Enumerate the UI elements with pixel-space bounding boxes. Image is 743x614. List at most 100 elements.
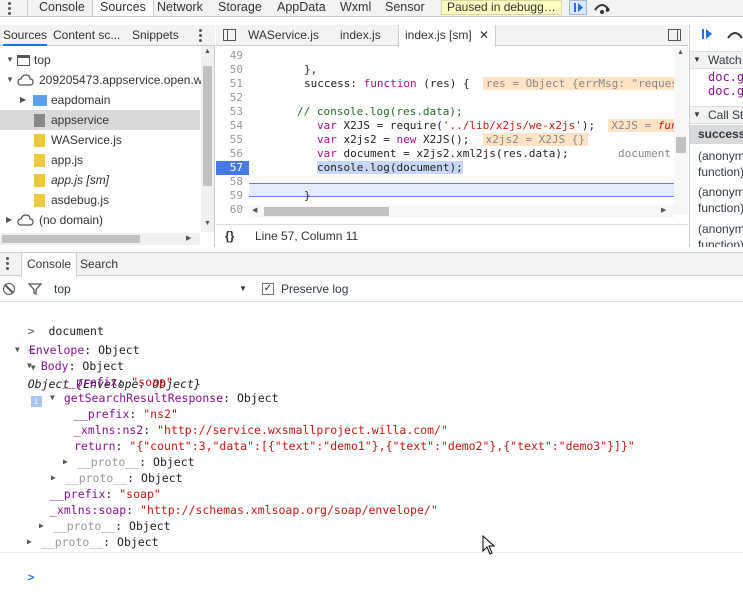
scroll-thumb[interactable] <box>203 66 212 186</box>
drawer-tabbar: Console Search <box>0 252 743 277</box>
tree-node-proto[interactable]: ▶ __proto__: Object <box>27 534 159 550</box>
code-area[interactable]: }, success: function (res) { res = Objec… <box>216 47 674 205</box>
tab-sources[interactable]: Sources <box>92 0 154 16</box>
scroll-thumb[interactable] <box>2 235 140 243</box>
prompt-arrow-icon: > <box>27 570 35 584</box>
editor-tab-waservice-js[interactable]: WAService.js <box>242 25 325 46</box>
scroll-right-icon[interactable]: ▶ <box>186 234 191 242</box>
context-selector[interactable]: top ▼ <box>52 277 250 301</box>
call-stack-section-header[interactable]: ▼ Call Sta <box>690 106 743 124</box>
line-number[interactable]: 60 <box>216 203 249 217</box>
call-frame[interactable]: (anonym <box>698 185 743 199</box>
collapse-arrow-icon: ▼ <box>693 110 701 119</box>
scroll-up-icon[interactable]: ▲ <box>204 48 211 55</box>
editor-horizontal-scrollbar[interactable]: ◀ ▶ <box>249 205 674 218</box>
step-over-icon[interactable] <box>725 28 743 45</box>
tree-item-top[interactable]: ▼ top <box>0 50 200 70</box>
scroll-up-icon[interactable]: ▲ <box>677 49 684 56</box>
resume-icon[interactable] <box>700 27 716 44</box>
step-over-icon[interactable] <box>592 0 612 18</box>
console-result-header[interactable]: < ▼ Object {Envelope: Object} i <box>0 326 201 407</box>
call-frame[interactable]: (anonym <box>698 222 743 236</box>
close-tab-icon[interactable]: ✕ <box>479 28 489 42</box>
tree-node-getsearchresultresponse[interactable]: ▼ getSearchResultResponse: Object <box>50 390 279 406</box>
tree-node-body[interactable]: ▼ Body: Object <box>27 358 124 374</box>
navigator-tabs: Sources Content sc... Snippets <box>0 25 215 46</box>
tree-node-envelope[interactable]: ▼ Envelope: Object <box>15 342 140 358</box>
code-line-51: success: function (res) { res = Object {… <box>304 77 674 91</box>
scroll-thumb[interactable] <box>676 137 686 153</box>
preserve-log-checkbox[interactable]: ✓ <box>262 283 274 295</box>
scroll-thumb[interactable] <box>264 207 389 216</box>
scroll-right-icon[interactable]: ▶ <box>661 206 666 214</box>
call-frame: function) <box>698 238 743 247</box>
tab-console[interactable]: Console <box>32 0 92 16</box>
tab-storage[interactable]: Storage <box>211 0 269 16</box>
tree-item-eapdomain[interactable]: ▶ eapdomain <box>0 90 200 110</box>
watch-expression[interactable]: doc.ge <box>708 84 743 98</box>
code-line-55: var x2js2 = new X2JS(); x2js2 = X2JS {} <box>317 133 588 147</box>
call-frame-selected[interactable]: success <box>690 125 743 144</box>
inline-value: res = Object {errMsg: "reques <box>482 77 674 90</box>
tab-sensor[interactable]: Sensor <box>378 0 432 16</box>
dropdown-arrow-icon: ▼ <box>239 284 247 293</box>
info-icon: i <box>30 396 42 407</box>
code-line-54: var X2JS = require('../lib/x2js/we-x2js'… <box>317 119 674 133</box>
collapse-arrow-icon: ▼ <box>6 55 14 64</box>
resume-icon[interactable] <box>569 0 587 15</box>
code-line-56: var document = x2js2.xml2js(res.data); d… <box>317 147 674 161</box>
drawer-menu-icon[interactable] <box>6 257 9 272</box>
navigator-vertical-scrollbar[interactable]: ▲ ▼ <box>201 46 214 232</box>
scroll-down-icon[interactable]: ▼ <box>204 220 211 227</box>
tree-item-app-js[interactable]: app.js <box>0 150 200 170</box>
tree-node-proto[interactable]: ▶ __proto__: Object <box>63 454 195 470</box>
editor-tabs: WAService.js index.js index.js [sm] ✕ <box>216 25 688 47</box>
console-input-echo: > document <box>27 324 104 338</box>
clear-console-icon[interactable] <box>3 283 15 295</box>
editor-tab-index-js[interactable]: index.js <box>334 25 387 46</box>
folder-icon <box>33 95 47 106</box>
code-line-50: }, <box>304 63 318 76</box>
watch-section-header[interactable]: ▼ Watch <box>690 51 743 69</box>
editor-tab-index-js-sm[interactable]: index.js [sm] ✕ <box>398 25 497 47</box>
tab-appdata[interactable]: AppData <box>270 0 333 16</box>
tree-leaf-return: return: "{"count":3,"data":[{"text":"dem… <box>74 439 635 453</box>
tree-item-app-js-sm[interactable]: app.js [sm] <box>0 170 200 190</box>
tree-item-appservice[interactable]: appservice <box>0 110 200 130</box>
toggle-navigator-icon[interactable] <box>223 29 236 41</box>
call-frame: function) <box>698 201 743 215</box>
editor-vertical-scrollbar[interactable]: ▲ <box>674 47 688 215</box>
tree-item-waservice-js[interactable]: WAService.js <box>0 130 200 150</box>
scroll-left-icon[interactable]: ◀ <box>252 206 257 214</box>
drawer-tab-search[interactable]: Search <box>75 253 123 276</box>
tree-item-no-domain[interactable]: ▶ (no domain) <box>0 210 200 230</box>
devtools-top-tabbar: Console Sources Network Storage AppData … <box>0 0 743 17</box>
expand-arrow-icon: ▶ <box>6 215 13 224</box>
nav-tab-content-scripts[interactable]: Content sc... <box>53 28 120 42</box>
toggle-debugger-sidebar-icon[interactable] <box>668 29 681 41</box>
code-line-59: } <box>304 189 311 202</box>
call-frame[interactable]: (anonym <box>698 149 743 163</box>
drawer-tab-console[interactable]: Console <box>21 253 78 277</box>
pretty-print-icon[interactable]: {} <box>225 225 234 247</box>
tree-leaf-prefix: __prefix: "soap" <box>50 487 161 501</box>
watch-expression[interactable]: doc.ge <box>708 70 743 84</box>
tree-node-proto[interactable]: ▶ __proto__: Object <box>39 518 171 534</box>
filter-icon[interactable] <box>27 282 43 299</box>
cloud-icon <box>17 213 34 227</box>
file-icon <box>34 114 45 127</box>
tab-network[interactable]: Network <box>150 0 210 16</box>
console-output[interactable]: > document < ▼ Object {Envelope: Object}… <box>0 303 743 614</box>
console-prompt[interactable]: > <box>0 553 743 584</box>
nav-tab-snippets[interactable]: Snippets <box>132 28 179 42</box>
tree-item-domain[interactable]: ▼ 209205473.appservice.open.w <box>0 70 202 90</box>
inline-value: x2js2 = X2JS {} <box>482 133 588 146</box>
tree-item-asdebug-js[interactable]: asdebug.js <box>0 190 200 210</box>
nav-tab-sources[interactable]: Sources <box>3 28 48 46</box>
code-line-57: console.log(document); <box>317 161 463 174</box>
navigator-horizontal-scrollbar[interactable]: ▶ <box>0 233 200 245</box>
file-icon <box>34 134 45 147</box>
navigator-menu-icon[interactable] <box>199 29 202 44</box>
tab-wxml[interactable]: Wxml <box>333 0 378 16</box>
tree-node-proto[interactable]: ▶ __proto__: Object <box>51 470 183 486</box>
